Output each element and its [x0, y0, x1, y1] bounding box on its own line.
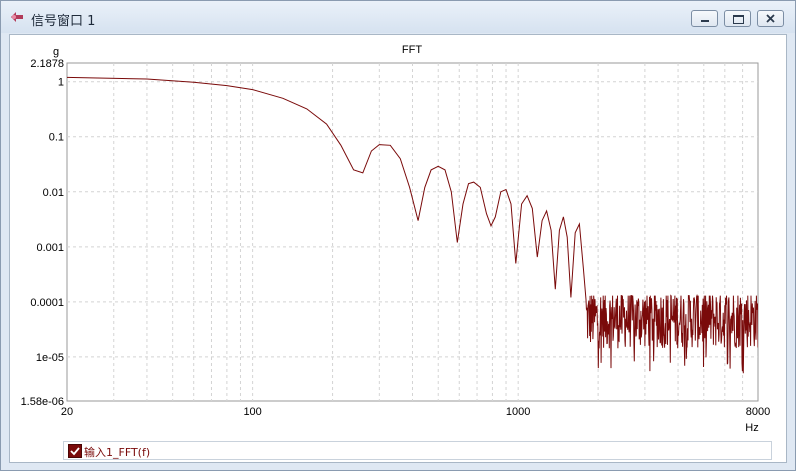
y-tick-labels: 2.1878 1 0.1 0.01 0.001 0.0001 1e-05 1.58e-06	[21, 58, 64, 408]
restore-button[interactable]	[724, 10, 751, 27]
legend: 输入1_FFT(f)	[63, 441, 772, 460]
minimize-icon	[701, 20, 709, 22]
y-tick-label: 1e-05	[36, 352, 64, 364]
chart-panel: FFT g Hz 2.1878 1 0.1 0.01 0.001 0.0001 1e-05 1…	[9, 34, 787, 463]
x-tick-label: 100	[243, 406, 261, 418]
legend-label-series: 输入1_FFT(f)	[84, 446, 151, 459]
y-tick-label: 0.01	[43, 187, 64, 199]
restore-icon	[733, 15, 744, 24]
minimize-button[interactable]	[691, 10, 718, 27]
y-tick-label: 2.1878	[30, 58, 64, 70]
x-tick-label: 1000	[506, 406, 530, 418]
checkmark-icon	[70, 447, 80, 456]
close-button[interactable]	[757, 10, 784, 27]
y-axis-label: g	[53, 46, 59, 58]
y-tick-label: 0.1	[49, 132, 64, 144]
y-tick-label: 0.0001	[30, 297, 64, 309]
chart-title: FFT	[402, 44, 422, 56]
signal-window: 信号窗口 1 FFT g Hz 2.1878 1 0.1 0.01 0.001 0.000…	[0, 0, 796, 471]
window-title: 信号窗口 1	[31, 14, 96, 29]
y-tick-label: 1	[58, 77, 64, 89]
grid	[66, 62, 759, 402]
legend-checkbox[interactable]	[68, 444, 82, 458]
y-tick-label: 0.001	[36, 242, 64, 254]
title-bar[interactable]: 信号窗口 1	[1, 1, 795, 33]
fft-chart[interactable]: FFT g Hz 2.1878 1 0.1 0.01 0.001 0.0001 1e-05 1…	[10, 35, 786, 462]
x-tick-label: 20	[61, 406, 73, 418]
x-axis-label: Hz	[745, 422, 758, 434]
y-tick-label: 1.58e-06	[21, 396, 64, 408]
x-tick-labels: 20 100 1000 8000	[61, 406, 770, 418]
close-icon	[766, 14, 775, 23]
app-icon	[11, 12, 23, 22]
x-tick-label: 8000	[746, 406, 770, 418]
